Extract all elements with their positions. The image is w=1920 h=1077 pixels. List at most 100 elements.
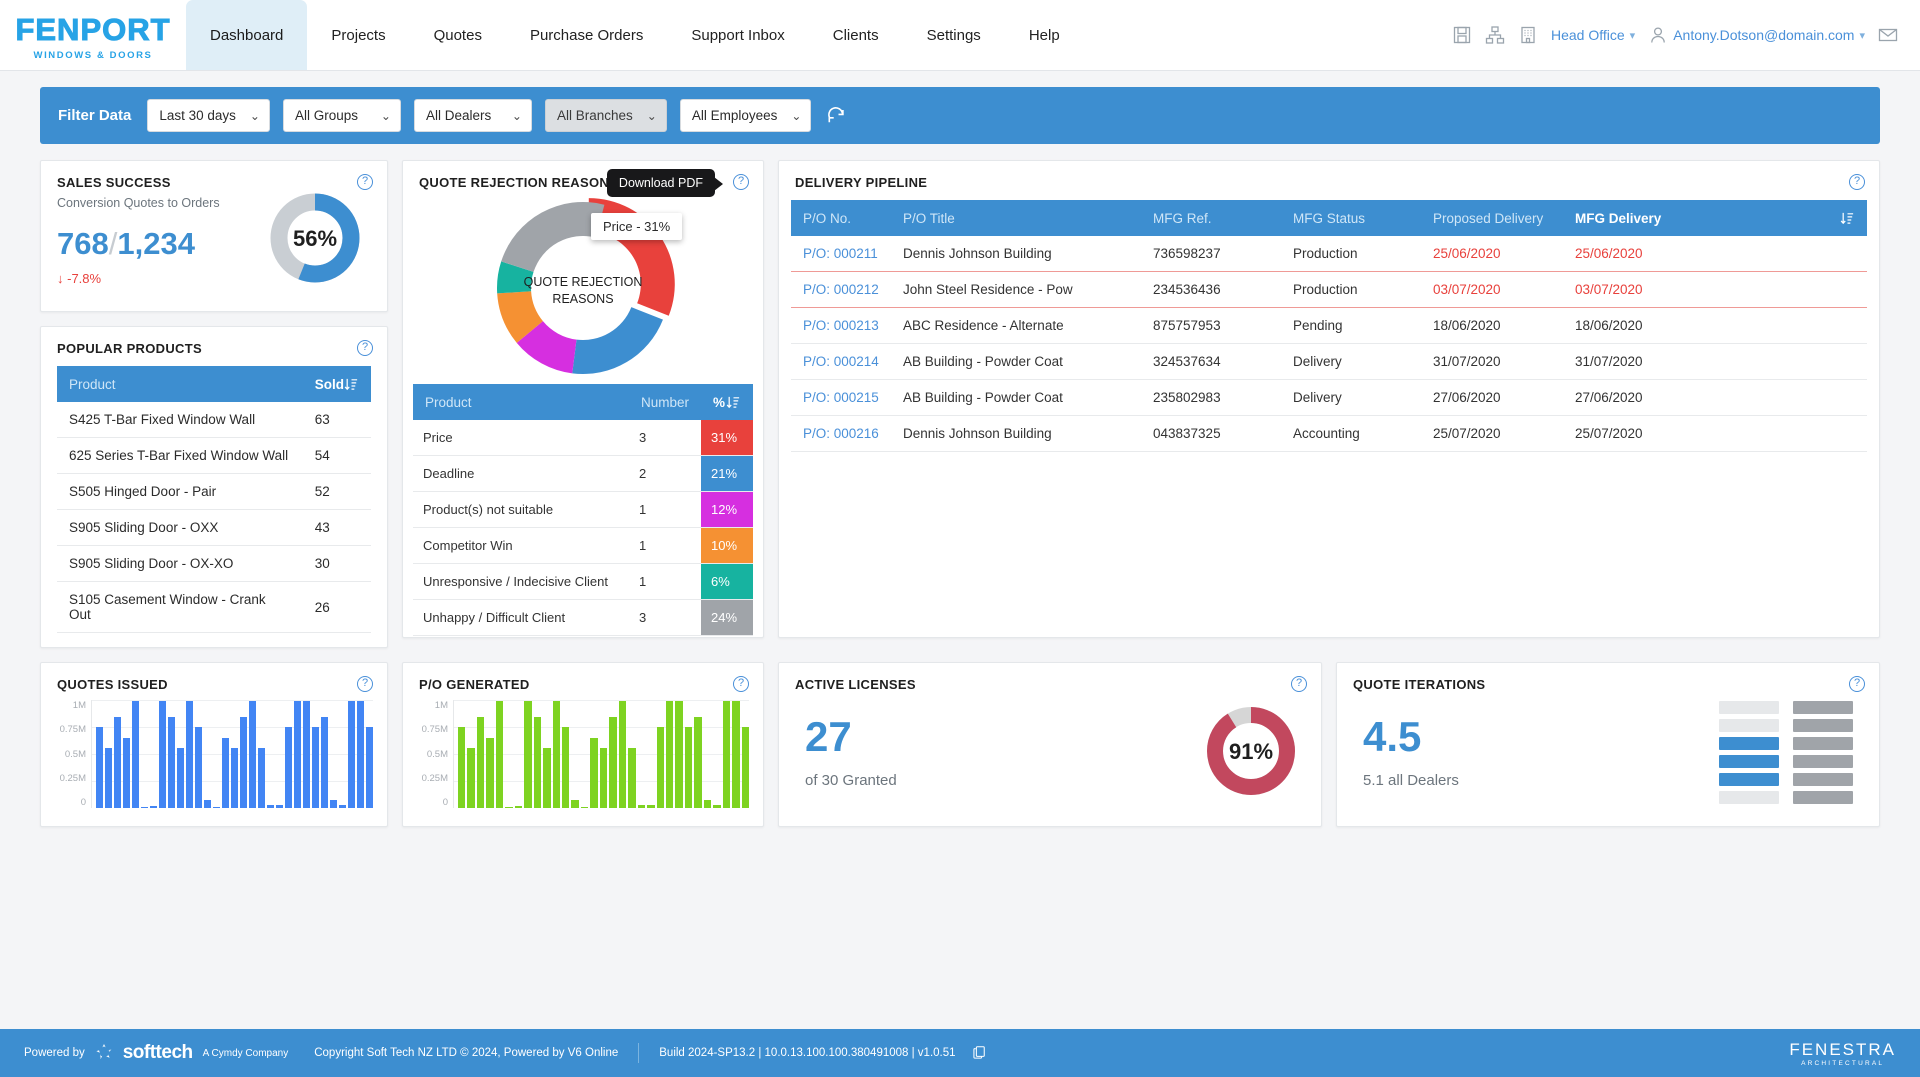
- table-row[interactable]: 625 Series T-Bar Fixed Window Wall54: [57, 438, 371, 474]
- app-logo[interactable]: FENPORT WINDOWS & DOORS: [0, 0, 186, 70]
- nav-item-purchase-orders[interactable]: Purchase Orders: [506, 0, 667, 70]
- chart-bar[interactable]: [723, 701, 730, 808]
- po-number[interactable]: P/O: 000211: [791, 236, 891, 272]
- chart-bar[interactable]: [675, 701, 682, 808]
- download-pdf-tooltip[interactable]: Download PDF: [607, 169, 715, 197]
- chart-bar[interactable]: [543, 748, 550, 808]
- sort-descending-icon[interactable]: [726, 395, 741, 410]
- sort-descending-icon[interactable]: [344, 377, 359, 392]
- chart-bar[interactable]: [524, 701, 531, 808]
- table-row[interactable]: S505 Hinged Door - Pair52: [57, 474, 371, 510]
- chart-bar[interactable]: [357, 701, 364, 808]
- column-header-po-title[interactable]: P/O Title: [891, 200, 1141, 236]
- column-header-mfg-ref[interactable]: MFG Ref.: [1141, 200, 1281, 236]
- office-selector[interactable]: Head Office ▾: [1551, 27, 1635, 43]
- chart-bar[interactable]: [303, 701, 310, 808]
- chart-bar[interactable]: [600, 748, 607, 808]
- help-icon[interactable]: ?: [733, 174, 749, 190]
- refresh-icon[interactable]: [824, 104, 848, 128]
- chart-bar[interactable]: [213, 807, 220, 808]
- chart-bar[interactable]: [177, 748, 184, 808]
- chart-bar[interactable]: [339, 805, 346, 808]
- chart-bar[interactable]: [114, 717, 121, 808]
- chart-bar[interactable]: [186, 701, 193, 808]
- column-header-sold[interactable]: Sold: [303, 366, 371, 402]
- chart-bar[interactable]: [222, 738, 229, 808]
- column-header-product[interactable]: Product: [413, 384, 629, 420]
- table-row[interactable]: S425 T-Bar Fixed Window Wall63: [57, 402, 371, 438]
- nav-item-dashboard[interactable]: Dashboard: [186, 0, 307, 70]
- chart-bar[interactable]: [647, 805, 654, 808]
- nav-item-clients[interactable]: Clients: [809, 0, 903, 70]
- copy-icon[interactable]: [972, 1045, 986, 1062]
- chart-bar[interactable]: [366, 727, 373, 808]
- nav-item-settings[interactable]: Settings: [903, 0, 1005, 70]
- column-header-proposed-delivery[interactable]: Proposed Delivery: [1421, 200, 1563, 236]
- table-row[interactable]: Price331%: [413, 420, 753, 456]
- po-number[interactable]: P/O: 000215: [791, 380, 891, 416]
- chart-bar[interactable]: [515, 806, 522, 808]
- filter-select-date-range[interactable]: Last 30 days⌄: [147, 99, 270, 132]
- chart-bar[interactable]: [619, 701, 626, 808]
- table-row[interactable]: P/O: 000212John Steel Residence - Pow234…: [791, 272, 1867, 308]
- table-row[interactable]: Deadline221%: [413, 456, 753, 492]
- table-row[interactable]: S905 Sliding Door - OX-XO30: [57, 546, 371, 582]
- chart-bar[interactable]: [312, 727, 319, 808]
- table-row[interactable]: P/O: 000215AB Building - Powder Coat2358…: [791, 380, 1867, 416]
- filter-select-dealers[interactable]: All Dealers⌄: [414, 99, 532, 132]
- help-icon[interactable]: ?: [1849, 676, 1865, 692]
- chart-bar[interactable]: [159, 701, 166, 808]
- table-row[interactable]: Unhappy / Difficult Client324%: [413, 600, 753, 636]
- mail-icon[interactable]: [1878, 25, 1898, 45]
- filter-select-groups[interactable]: All Groups⌄: [283, 99, 401, 132]
- nav-item-quotes[interactable]: Quotes: [410, 0, 506, 70]
- chart-bar[interactable]: [505, 807, 512, 808]
- quote-rejection-donut[interactable]: QUOTE REJECTIONREASONS: [403, 192, 763, 384]
- table-row[interactable]: P/O: 000216Dennis Johnson Building043837…: [791, 416, 1867, 452]
- table-row[interactable]: P/O: 000214AB Building - Powder Coat3245…: [791, 344, 1867, 380]
- po-number[interactable]: P/O: 000216: [791, 416, 891, 452]
- chart-bar[interactable]: [590, 738, 597, 808]
- table-row[interactable]: Unresponsive / Indecisive Client16%: [413, 564, 753, 600]
- nav-item-help[interactable]: Help: [1005, 0, 1084, 70]
- chart-bar[interactable]: [294, 701, 301, 808]
- chart-bar[interactable]: [240, 717, 247, 808]
- chart-bar[interactable]: [685, 727, 692, 808]
- help-icon[interactable]: ?: [1849, 174, 1865, 190]
- chart-bar[interactable]: [628, 748, 635, 808]
- help-icon[interactable]: ?: [733, 676, 749, 692]
- chart-bar[interactable]: [666, 701, 673, 808]
- chart-bar[interactable]: [477, 717, 484, 808]
- chart-bar[interactable]: [150, 806, 157, 808]
- chart-bar[interactable]: [562, 727, 569, 808]
- table-row[interactable]: P/O: 000211Dennis Johnson Building736598…: [791, 236, 1867, 272]
- chart-bar[interactable]: [285, 727, 292, 808]
- column-header-number[interactable]: Number: [629, 384, 701, 420]
- save-icon[interactable]: [1452, 25, 1472, 45]
- column-header-percent[interactable]: %: [701, 384, 753, 420]
- column-header-mfg-delivery[interactable]: MFG Delivery: [1563, 200, 1867, 236]
- chart-bar[interactable]: [96, 727, 103, 808]
- chart-bar[interactable]: [458, 727, 465, 808]
- chart-bar[interactable]: [713, 805, 720, 808]
- column-header-product[interactable]: Product: [57, 366, 303, 402]
- column-header-mfg-status[interactable]: MFG Status: [1281, 200, 1421, 236]
- chart-bar[interactable]: [534, 717, 541, 808]
- chart-bar[interactable]: [496, 701, 503, 808]
- nav-item-support-inbox[interactable]: Support Inbox: [667, 0, 808, 70]
- chart-bar[interactable]: [553, 701, 560, 808]
- user-menu[interactable]: Antony.Dotson@domain.com ▾: [1648, 25, 1865, 45]
- help-icon[interactable]: ?: [357, 676, 373, 692]
- chart-bar[interactable]: [348, 701, 355, 808]
- chart-bar[interactable]: [657, 727, 664, 808]
- chart-bar[interactable]: [132, 701, 139, 808]
- table-row[interactable]: Product(s) not suitable112%: [413, 492, 753, 528]
- nav-item-projects[interactable]: Projects: [307, 0, 409, 70]
- chart-bar[interactable]: [732, 701, 739, 808]
- chart-bar[interactable]: [195, 727, 202, 808]
- help-icon[interactable]: ?: [1291, 676, 1307, 692]
- chart-bar[interactable]: [276, 805, 283, 808]
- help-icon[interactable]: ?: [357, 340, 373, 356]
- table-row[interactable]: Competitor Win110%: [413, 528, 753, 564]
- chart-bar[interactable]: [571, 800, 578, 808]
